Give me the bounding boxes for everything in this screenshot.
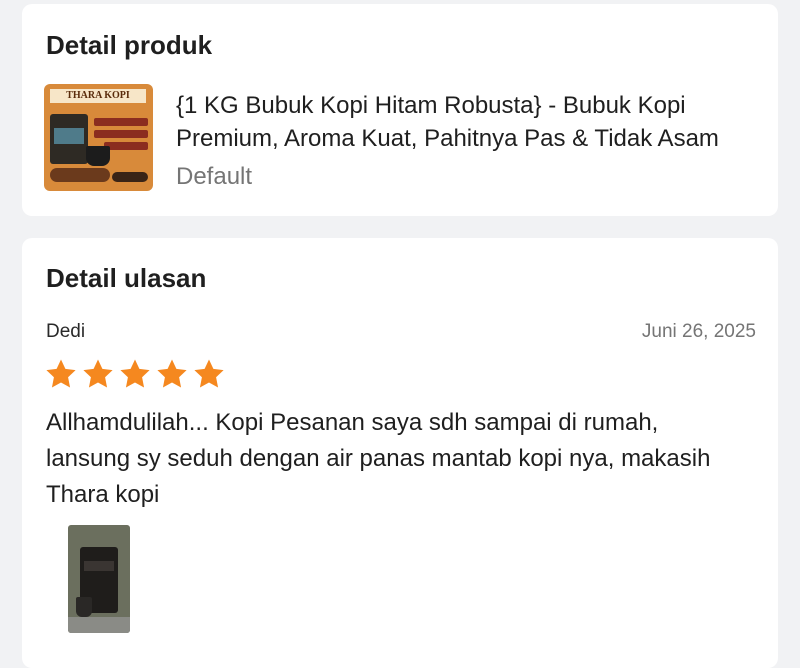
review-date: Juni 26, 2025 (641, 321, 756, 342)
thumbnail-cup (86, 146, 110, 166)
star-icon (157, 359, 187, 388)
photo-cup (76, 597, 92, 617)
star-icon (194, 359, 224, 388)
star-icon (120, 359, 150, 388)
thumbnail-tag (94, 118, 148, 126)
thumbnail-tag (94, 130, 148, 138)
product-thumbnail[interactable]: THARA KOPI (44, 84, 153, 191)
thumbnail-tag (104, 142, 148, 150)
thumbnail-coffee-bag (50, 114, 88, 164)
review-detail-card: Detail ulasan Dedi Juni 26, 2025 Allhamd… (22, 238, 778, 668)
thumbnail-brand-logo: THARA KOPI (50, 89, 146, 103)
product-section-title: Detail produk (46, 30, 213, 60)
product-detail-card: Detail produk THARA KOPI {1 KG Bubuk Kop… (22, 4, 778, 216)
review-text: Allhamdulilah... Kopi Pesanan saya sdh s… (46, 409, 711, 508)
photo-bag-label (84, 561, 114, 571)
thumbnail-badge (112, 172, 148, 182)
product-name[interactable]: {1 KG Bubuk Kopi Hitam Robusta} - Bubuk … (176, 89, 746, 155)
review-section-title: Detail ulasan (46, 263, 207, 293)
star-icon (83, 359, 113, 388)
thumbnail-beans (50, 168, 110, 182)
review-photo[interactable] (68, 525, 130, 633)
star-icon (46, 359, 76, 388)
photo-floor (68, 617, 130, 633)
product-variant: Default (176, 163, 253, 190)
reviewer-name: Dedi (46, 321, 86, 342)
star-rating (44, 357, 226, 391)
